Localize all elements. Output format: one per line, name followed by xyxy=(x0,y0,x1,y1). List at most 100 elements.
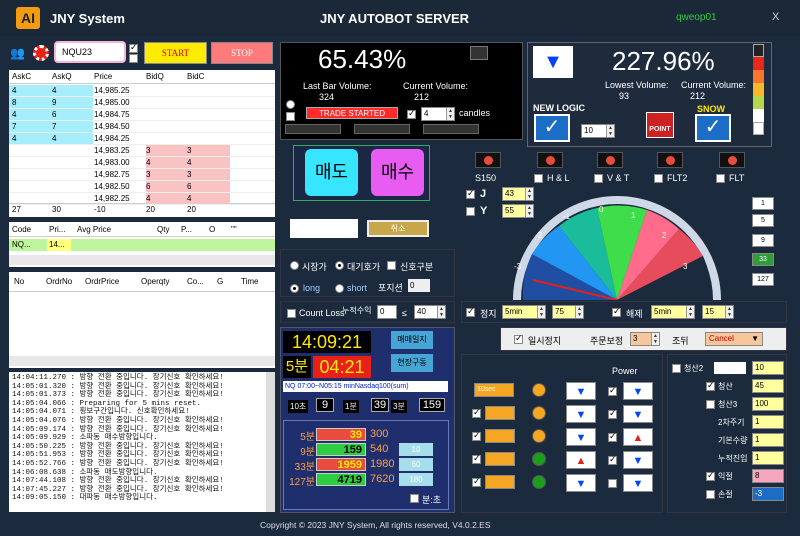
bars-side-box[interactable]: 10 xyxy=(399,443,433,456)
buy-button[interactable]: 매수 xyxy=(371,149,424,196)
release-tf-select[interactable]: 5min ▲ ▼ xyxy=(651,305,695,319)
setting-checkbox[interactable] xyxy=(706,400,715,409)
direction-arrow-icon[interactable]: ▼ xyxy=(566,405,596,423)
setting-checkbox[interactable] xyxy=(706,380,715,391)
candles-spinner[interactable]: 4 ▲ ▼ xyxy=(421,107,455,121)
pause-checkbox[interactable] xyxy=(514,333,523,344)
position-hscrollbar[interactable] xyxy=(9,255,275,265)
setting-spinner[interactable]: 1 xyxy=(752,451,784,465)
power-row-checkbox[interactable] xyxy=(472,476,481,487)
power-checkbox[interactable] xyxy=(608,408,617,419)
power-row-checkbox[interactable] xyxy=(472,430,481,441)
cancel-button[interactable]: 취소 xyxy=(367,220,429,237)
orders-hscrollbar[interactable] xyxy=(9,356,275,366)
setting-checkbox[interactable] xyxy=(706,470,715,481)
setting-spinner[interactable]: 1 xyxy=(752,433,784,447)
trade-log-button[interactable]: 매매일지 xyxy=(391,331,433,349)
bars-side-box[interactable]: 180 xyxy=(399,473,433,486)
symbol-checkbox-2[interactable] xyxy=(129,54,138,63)
signal-checkbox[interactable] xyxy=(387,261,396,270)
new-logic-spinner[interactable]: 10 ▲ ▼ xyxy=(581,124,615,138)
power-arrow-icon[interactable]: ▼ xyxy=(623,405,653,423)
condition-select[interactable]: Cancel ▼ xyxy=(705,332,763,346)
direction-arrow-icon[interactable]: ▼ xyxy=(566,474,596,492)
pending-radio[interactable] xyxy=(335,261,344,270)
position-value[interactable]: 0 xyxy=(408,279,430,292)
count-loss-checkbox[interactable] xyxy=(287,309,296,318)
power-checkbox[interactable] xyxy=(608,431,617,442)
direction-arrow-icon[interactable]: ▼ xyxy=(566,428,596,446)
symbol-input[interactable]: NQU23 xyxy=(54,41,126,63)
point-button[interactable]: POINT xyxy=(646,112,674,138)
setting-checkbox[interactable] xyxy=(706,490,715,499)
gauge-level-box[interactable]: 9 xyxy=(752,234,774,247)
power-row-select[interactable] xyxy=(485,429,515,443)
position-code[interactable]: NQ... xyxy=(12,240,31,249)
trade-started-button[interactable]: TRADE STARTED xyxy=(306,107,398,119)
sell-button[interactable]: 매도 xyxy=(305,149,358,196)
gauge-level-box[interactable]: 33 xyxy=(752,253,774,266)
gauge-level-box[interactable]: 1 xyxy=(752,197,774,210)
stop-tf-select[interactable]: 5min ▲ ▼ xyxy=(502,305,546,319)
power-arrow-icon[interactable]: ▼ xyxy=(623,451,653,469)
ticker-select[interactable]: NQ 07:00~N05:15 minNasdaq100(sum) xyxy=(283,381,448,392)
gauge-level-box[interactable]: 5 xyxy=(752,214,774,227)
setting-spinner[interactable]: 45 xyxy=(752,379,784,393)
long-radio[interactable] xyxy=(290,284,299,293)
start-button[interactable]: START xyxy=(144,42,207,64)
setting-spinner[interactable]: 8 xyxy=(752,469,784,483)
setting-spinner[interactable]: 1 xyxy=(752,415,784,429)
short-radio[interactable] xyxy=(335,284,344,293)
stop-checkbox[interactable] xyxy=(466,306,475,317)
release-value[interactable]: 15 ▲ ▼ xyxy=(702,305,734,319)
close-button[interactable]: X xyxy=(772,11,779,23)
led-checkbox[interactable] xyxy=(716,174,725,183)
setting-extra-input[interactable] xyxy=(714,362,746,374)
order-adjust-spinner[interactable]: 3 ▲ ▼ xyxy=(630,332,660,346)
power-row-select[interactable] xyxy=(485,475,515,489)
power-row-select[interactable] xyxy=(485,452,515,466)
trade-checkbox[interactable] xyxy=(286,112,295,121)
power-checkbox[interactable] xyxy=(608,385,617,396)
power-arrow-icon[interactable]: ▼ xyxy=(623,474,653,492)
power-checkbox[interactable] xyxy=(608,454,617,465)
users-icon[interactable]: 👥 xyxy=(10,46,26,60)
settings-gear-icon[interactable] xyxy=(33,45,49,61)
led-checkbox[interactable] xyxy=(534,174,543,183)
min-sec-checkbox[interactable] xyxy=(410,494,419,503)
count-loss-value-2[interactable]: 40 ▲ ▼ xyxy=(414,305,446,319)
j-checkbox[interactable] xyxy=(466,188,475,199)
setting-spinner[interactable]: 100 xyxy=(752,397,784,411)
gauge-level-box[interactable]: 127 xyxy=(752,273,774,286)
direction-arrow-icon[interactable]: ▼ xyxy=(566,382,596,400)
setting-spinner[interactable]: 10 xyxy=(752,361,784,375)
symbol-checkbox-1[interactable] xyxy=(129,42,138,53)
new-logic-toggle[interactable]: ✓ xyxy=(534,114,570,142)
release-checkbox[interactable] xyxy=(612,306,621,317)
power-row-checkbox[interactable] xyxy=(472,453,481,464)
run-button[interactable]: 현장구동 xyxy=(391,354,433,372)
volume-radio[interactable] xyxy=(286,100,295,109)
bars-side-box[interactable]: 60 xyxy=(399,458,433,471)
direction-arrow-icon[interactable]: ▲ xyxy=(566,451,596,469)
power-row-select[interactable]: 10sec xyxy=(474,383,514,397)
power-arrow-icon[interactable]: ▲ xyxy=(623,428,653,446)
setting-spinner[interactable]: -3 xyxy=(752,487,784,501)
y-checkbox[interactable] xyxy=(466,207,475,216)
log-scrollbar[interactable] xyxy=(266,372,275,512)
candles-checkbox[interactable] xyxy=(407,108,416,119)
chart-icon[interactable] xyxy=(470,46,488,60)
snow-toggle[interactable]: ✓ xyxy=(695,114,731,142)
position-price[interactable]: 14... xyxy=(49,240,65,249)
count-loss-value-1[interactable]: 0 xyxy=(377,305,397,319)
power-checkbox[interactable] xyxy=(608,479,617,488)
setting-checkbox[interactable] xyxy=(672,364,681,373)
market-radio[interactable] xyxy=(290,261,299,270)
power-arrow-icon[interactable]: ▼ xyxy=(623,382,653,400)
stop-value[interactable]: 75 ▲ ▼ xyxy=(552,305,584,319)
power-row-select[interactable] xyxy=(485,406,515,420)
order-qty-input[interactable] xyxy=(290,219,358,238)
power-row-checkbox[interactable] xyxy=(472,407,481,418)
led-checkbox[interactable] xyxy=(654,174,663,183)
led-checkbox[interactable] xyxy=(594,174,603,183)
